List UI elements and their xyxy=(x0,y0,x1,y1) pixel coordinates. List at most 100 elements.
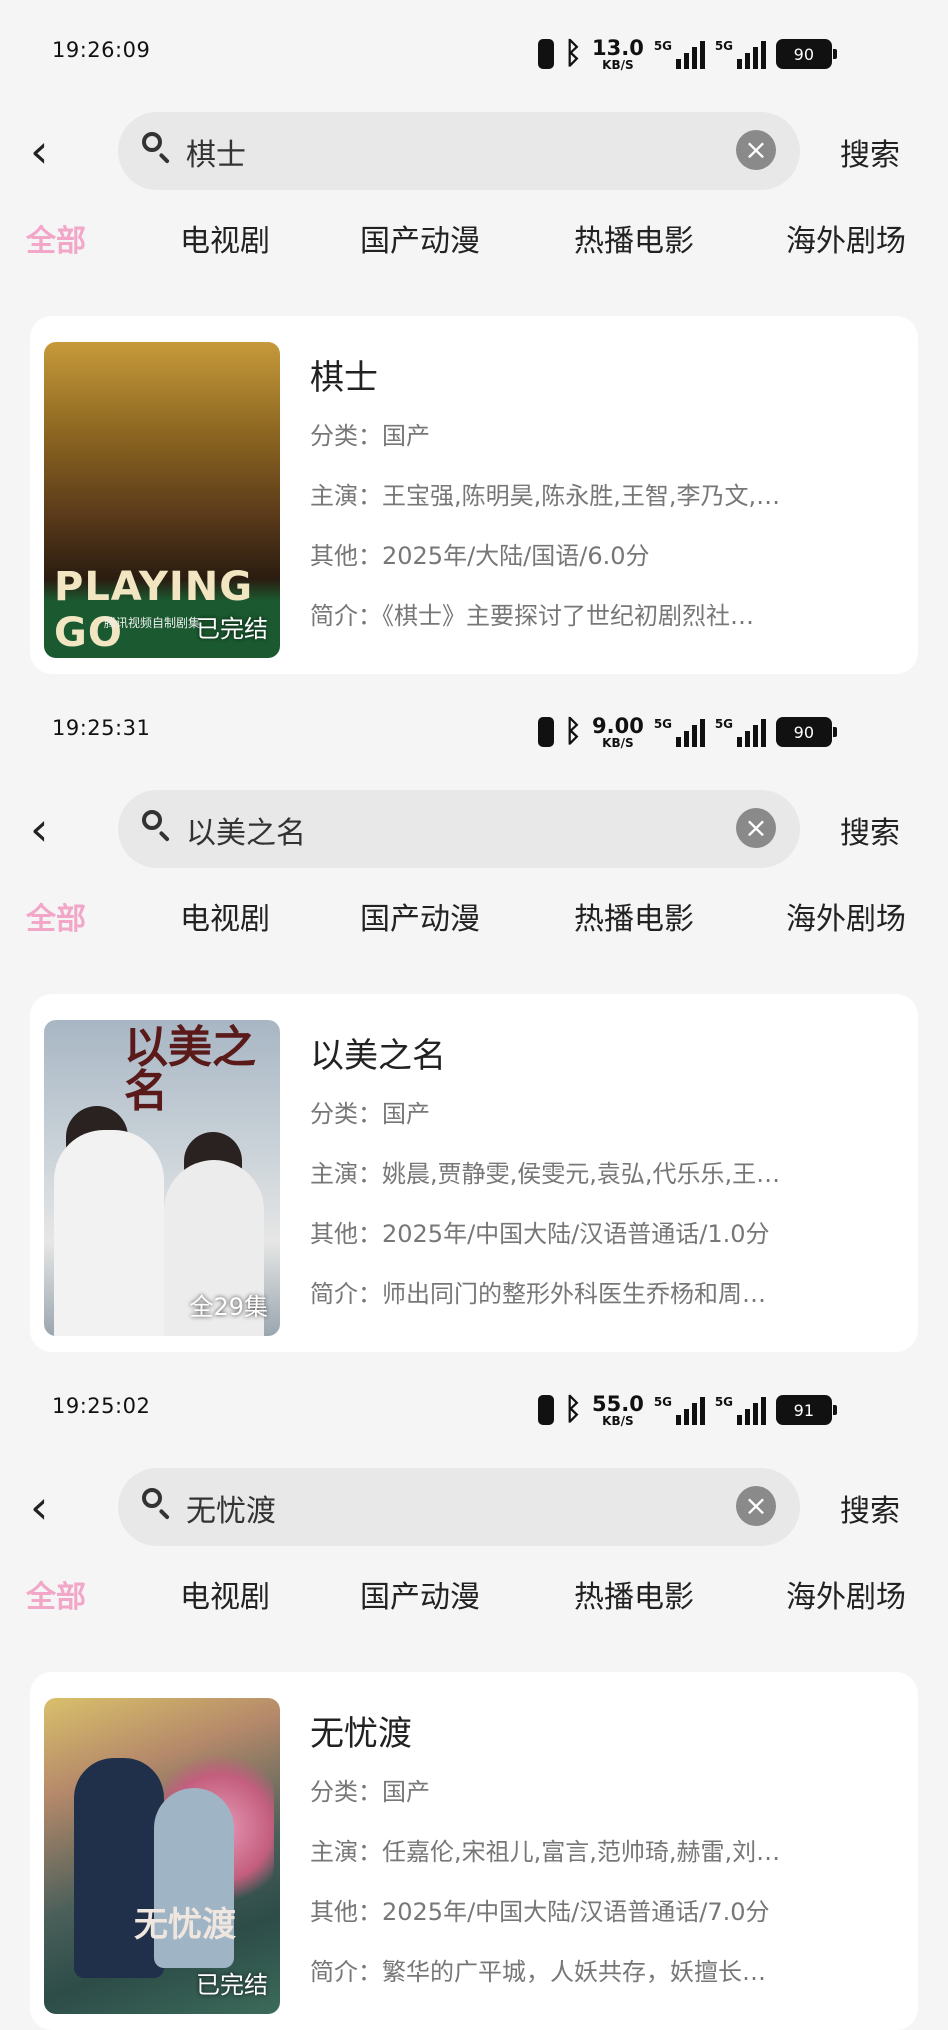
result-other: 其他：2025年/大陆/国语/6.0分 xyxy=(310,536,910,571)
tab-4[interactable]: 海外剧场 xyxy=(786,894,906,938)
search-bar: ‹ 无忧渡 × 搜索 xyxy=(0,1466,948,1548)
intro-label: 简介： xyxy=(310,1958,382,1986)
other-label: 其他： xyxy=(310,1898,382,1926)
status-bar: 19:25:02 ᛒ 55.0 KB/S 5G 5G 91 xyxy=(0,1356,948,1451)
search-query[interactable]: 以美之名 xyxy=(186,808,306,852)
status-icons: ᛒ 55.0 KB/S 5G 5G 91 xyxy=(538,1390,837,1430)
tab-1[interactable]: 电视剧 xyxy=(180,894,270,938)
intro-value: 繁华的广平城，人妖共存，妖擅长… xyxy=(382,1958,766,1986)
tab-3[interactable]: 热播电影 xyxy=(574,216,694,260)
network-speed-unit: KB/S xyxy=(602,57,634,72)
poster-image[interactable]: 以美之名 全29集 xyxy=(44,1020,280,1336)
result-cast: 主演：姚晨,贾静雯,侯雯元,袁弘,代乐乐,王… xyxy=(310,1154,910,1189)
bluetooth-icon: ᛒ xyxy=(564,714,582,749)
tab-2[interactable]: 国产动漫 xyxy=(360,894,480,938)
cast-label: 主演： xyxy=(310,1160,382,1188)
status-badge: 已完结 xyxy=(196,1971,268,1999)
signal-5g-icon: 5G xyxy=(654,1395,705,1425)
result-title[interactable]: 无忧渡 xyxy=(310,1706,412,1755)
result-cast: 主演：任嘉伦,宋祖儿,富言,范帅琦,赫雷,刘… xyxy=(310,1832,910,1867)
network-speed: 9.00 KB/S xyxy=(592,715,644,749)
tab-3[interactable]: 热播电影 xyxy=(574,1572,694,1616)
network-speed-value: 13.0 xyxy=(592,35,644,60)
other-value: 2025年/大陆/国语/6.0分 xyxy=(382,542,650,570)
cast-label: 主演： xyxy=(310,1838,382,1866)
result-title[interactable]: 以美之名 xyxy=(310,1028,446,1077)
clear-icon[interactable]: × xyxy=(736,1486,776,1526)
clear-icon[interactable]: × xyxy=(736,130,776,170)
cast-label: 主演： xyxy=(310,482,382,510)
search-icon xyxy=(142,1488,170,1520)
search-icon xyxy=(142,810,170,842)
tab-4[interactable]: 海外剧场 xyxy=(786,216,906,260)
search-input[interactable]: 以美之名 × xyxy=(118,790,800,868)
clear-icon[interactable]: × xyxy=(736,808,776,848)
poster-subtitle: 腾讯视频自制剧集 xyxy=(104,616,201,630)
poster-image[interactable]: PLAYING GO 腾讯视频自制剧集 已完结 xyxy=(44,342,280,658)
cast-value: 任嘉伦,宋祖儿,富言,范帅琦,赫雷,刘… xyxy=(382,1838,781,1866)
network-speed: 55.0 KB/S xyxy=(592,1393,644,1427)
status-time: 19:26:09 xyxy=(52,38,151,62)
battery-icon: 90 xyxy=(775,717,837,747)
search-bar: ‹ 棋士 × 搜索 xyxy=(0,110,948,192)
tab-3[interactable]: 热播电影 xyxy=(574,894,694,938)
search-button[interactable]: 搜索 xyxy=(840,1486,900,1530)
tab-1[interactable]: 电视剧 xyxy=(180,216,270,260)
result-category: 分类：国产 xyxy=(310,416,910,451)
tab-0[interactable]: 全部 xyxy=(26,216,86,260)
category-value: 国产 xyxy=(382,1100,430,1128)
status-icons: ᛒ 13.0 KB/S 5G 5G 90 xyxy=(538,34,837,74)
poster-figure xyxy=(74,1758,164,1978)
tab-4[interactable]: 海外剧场 xyxy=(786,1572,906,1616)
search-input[interactable]: 棋士 × xyxy=(118,112,800,190)
bluetooth-icon: ᛒ xyxy=(564,36,582,71)
category-value: 国产 xyxy=(382,1778,430,1806)
result-card[interactable]: PLAYING GO 腾讯视频自制剧集 已完结 棋士 分类：国产 主演：王宝强,… xyxy=(30,316,918,674)
other-label: 其他： xyxy=(310,542,382,570)
signal-5g-icon: 5G xyxy=(715,717,766,747)
result-card[interactable]: 以美之名 全29集 以美之名 分类：国产 主演：姚晨,贾静雯,侯雯元,袁弘,代乐… xyxy=(30,994,918,1352)
tab-2[interactable]: 国产动漫 xyxy=(360,216,480,260)
network-speed: 13.0 KB/S xyxy=(592,35,644,72)
search-screen: 19:25:02 ᛒ 55.0 KB/S 5G 5G 91 ‹ 无忧渡 × 搜索… xyxy=(0,1356,948,2030)
back-button[interactable]: ‹ xyxy=(30,128,74,174)
intro-label: 简介： xyxy=(310,1280,382,1308)
search-input[interactable]: 无忧渡 × xyxy=(118,1468,800,1546)
search-button[interactable]: 搜索 xyxy=(840,808,900,852)
vibrate-icon xyxy=(538,39,554,69)
back-button[interactable]: ‹ xyxy=(30,1484,74,1530)
category-label: 分类： xyxy=(310,1100,382,1128)
category-label: 分类： xyxy=(310,1778,382,1806)
search-query[interactable]: 棋士 xyxy=(186,130,246,174)
search-query[interactable]: 无忧渡 xyxy=(186,1486,276,1530)
tab-0[interactable]: 全部 xyxy=(26,894,86,938)
other-label: 其他： xyxy=(310,1220,382,1248)
poster-image[interactable]: 无忧渡 已完结 xyxy=(44,1698,280,2014)
search-screen: 19:26:09 ᛒ 13.0 KB/S 5G 5G 90 ‹ 棋士 × 搜索 … xyxy=(0,0,948,674)
tab-0[interactable]: 全部 xyxy=(26,1572,86,1616)
intro-label: 简介： xyxy=(310,602,382,630)
result-card[interactable]: 无忧渡 已完结 无忧渡 分类：国产 主演：任嘉伦,宋祖儿,富言,范帅琦,赫雷,刘… xyxy=(30,1672,918,2030)
search-screen: 19:25:31 ᛒ 9.00 KB/S 5G 5G 90 ‹ 以美之名 × 搜… xyxy=(0,678,948,1352)
category-label: 分类： xyxy=(310,422,382,450)
search-button[interactable]: 搜索 xyxy=(840,130,900,174)
result-intro: 简介：师出同门的整形外科医生乔杨和周… xyxy=(310,1274,910,1309)
status-icons: ᛒ 9.00 KB/S 5G 5G 90 xyxy=(538,712,837,752)
other-value: 2025年/中国大陆/汉语普通话/7.0分 xyxy=(382,1898,770,1926)
result-category: 分类：国产 xyxy=(310,1772,910,1807)
result-other: 其他：2025年/中国大陆/汉语普通话/1.0分 xyxy=(310,1214,910,1249)
result-intro: 简介：《棋士》主要探讨了世纪初剧烈社… xyxy=(310,596,910,631)
signal-5g-icon: 5G xyxy=(715,39,766,69)
status-time: 19:25:02 xyxy=(52,1394,151,1418)
vibrate-icon xyxy=(538,1395,554,1425)
result-title[interactable]: 棋士 xyxy=(310,350,378,399)
poster-title-text: 无忧渡 xyxy=(134,1905,236,1945)
tab-1[interactable]: 电视剧 xyxy=(180,1572,270,1616)
category-tabs: 全部 电视剧 国产动漫 热播电影 海外剧场 xyxy=(0,894,948,944)
search-bar: ‹ 以美之名 × 搜索 xyxy=(0,788,948,870)
tab-2[interactable]: 国产动漫 xyxy=(360,1572,480,1616)
battery-icon: 91 xyxy=(775,1395,837,1425)
status-bar: 19:26:09 ᛒ 13.0 KB/S 5G 5G 90 xyxy=(0,0,948,95)
bluetooth-icon: ᛒ xyxy=(564,1392,582,1427)
back-button[interactable]: ‹ xyxy=(30,806,74,852)
